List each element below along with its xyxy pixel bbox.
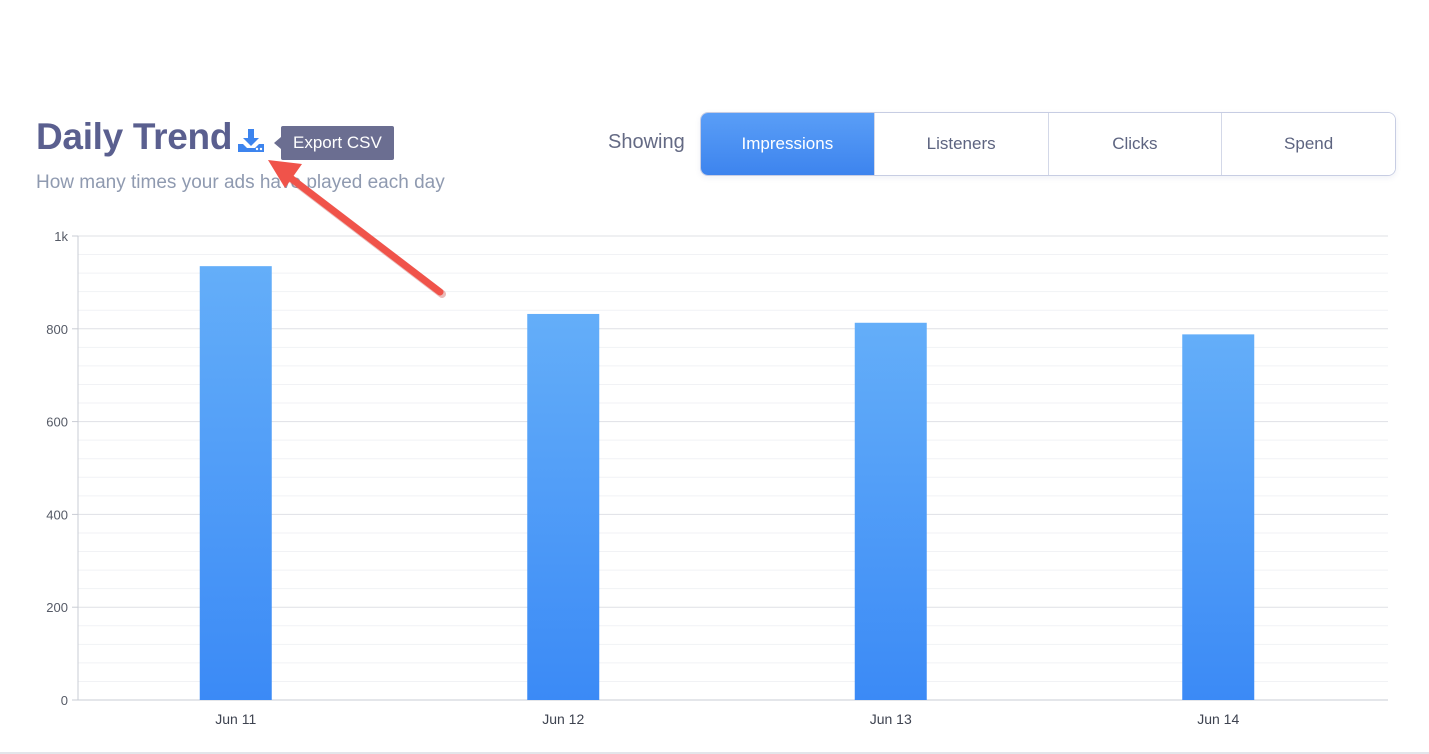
x-tick-label: Jun 14 (1197, 711, 1239, 727)
export-csv-tooltip: Export CSV (274, 126, 394, 160)
y-tick-label: 200 (46, 600, 68, 615)
metric-selector: Impressions Listeners Clicks Spend (700, 112, 1396, 176)
page-subtitle: How many times your ads have played each… (36, 172, 445, 193)
metric-option-listeners[interactable]: Listeners (873, 113, 1048, 175)
metric-selector-label: Showing (608, 131, 685, 153)
bar-jun-12[interactable] (527, 313, 600, 700)
download-icon (238, 129, 264, 152)
x-tick-label: Jun 13 (870, 711, 912, 727)
y-tick-label: 1k (54, 229, 68, 244)
bar-jun-14[interactable] (1182, 334, 1255, 700)
y-tick-label: 800 (46, 322, 68, 337)
export-csv-button[interactable] (236, 126, 266, 156)
x-tick-label: Jun 11 (215, 711, 256, 727)
bar-jun-11[interactable] (199, 266, 272, 700)
x-tick-label: Jun 12 (542, 711, 584, 727)
bar-jun-13[interactable] (854, 322, 927, 700)
metric-option-clicks[interactable]: Clicks (1047, 113, 1222, 175)
daily-trend-chart: 0 200 400 600 800 1k Jun 11 Jun 12 Jun 13 Jun 14 (46, 229, 1388, 727)
metric-option-spend[interactable]: Spend (1221, 113, 1395, 175)
metric-option-impressions[interactable]: Impressions (701, 113, 874, 175)
y-tick-label: 0 (61, 693, 68, 708)
page-title: Daily Trend (36, 116, 233, 157)
y-tick-label: 600 (46, 415, 68, 430)
y-tick-label: 400 (46, 507, 68, 522)
